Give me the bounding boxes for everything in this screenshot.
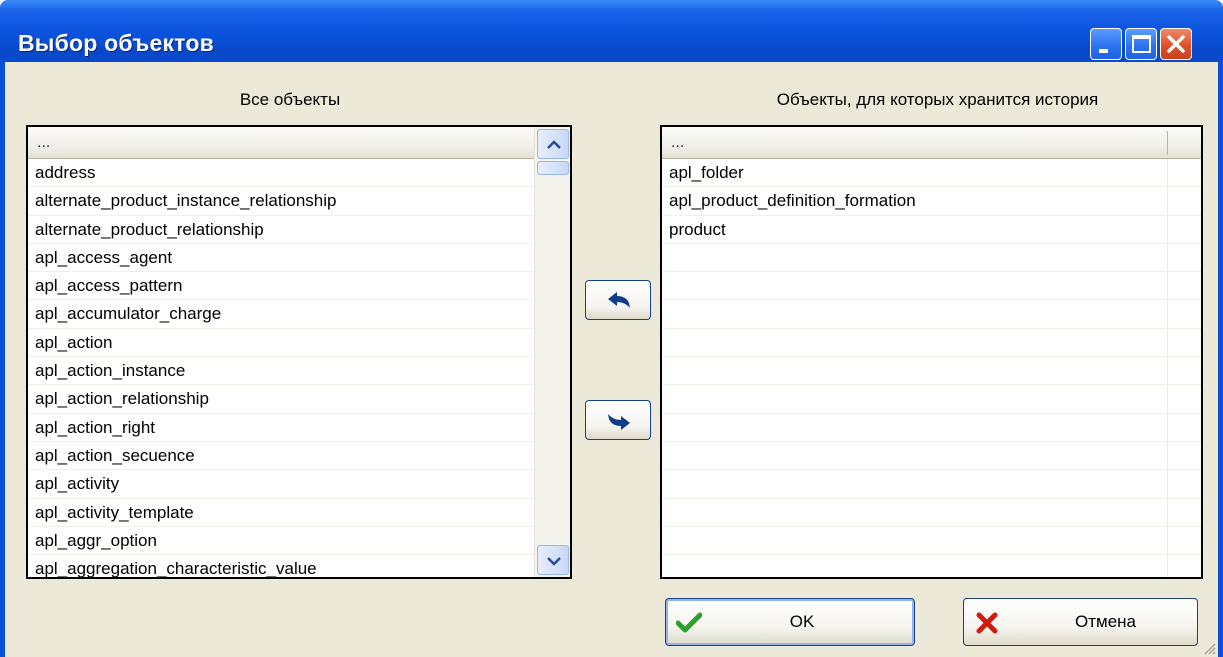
list-item[interactable]: apl_aggr_option bbox=[28, 527, 534, 556]
list-item[interactable]: apl_access_pattern bbox=[28, 272, 534, 301]
list-item[interactable]: product bbox=[662, 215, 1201, 244]
chevron-down-icon bbox=[547, 557, 561, 566]
empty-row bbox=[662, 441, 1201, 471]
resize-grip-icon[interactable] bbox=[1200, 639, 1216, 655]
column-line bbox=[1167, 498, 1168, 526]
empty-row bbox=[662, 526, 1201, 556]
all-objects-rows: address alternate_product_instance_relat… bbox=[28, 159, 534, 577]
list-item-label: apl_folder bbox=[669, 163, 744, 182]
column-line bbox=[1167, 441, 1168, 470]
column-line bbox=[1167, 300, 1168, 328]
history-objects-list[interactable]: ... apl_folder apl_product_definition_fo… bbox=[660, 125, 1203, 579]
list-item[interactable]: apl_product_definition_formation bbox=[662, 187, 1201, 216]
all-objects-heading: Все объекты bbox=[239, 90, 341, 109]
history-objects-rows: apl_folder apl_product_definition_format… bbox=[662, 159, 1201, 577]
column-line bbox=[1167, 526, 1168, 555]
empty-row bbox=[662, 470, 1201, 499]
close-button[interactable] bbox=[1160, 28, 1192, 60]
column-line bbox=[1167, 243, 1168, 272]
column-line bbox=[1167, 328, 1168, 357]
column-line bbox=[1167, 272, 1168, 300]
maximize-icon bbox=[1132, 35, 1151, 53]
column-header-label: ... bbox=[671, 134, 685, 151]
column-line bbox=[1167, 187, 1168, 215]
column-separator[interactable] bbox=[1167, 131, 1168, 155]
vertical-scrollbar[interactable] bbox=[534, 127, 570, 577]
scroll-thumb[interactable] bbox=[537, 161, 569, 175]
list-item[interactable]: alternate_product_instance_relationship bbox=[28, 187, 534, 216]
list-item[interactable]: apl_aggregation_characteristic_value bbox=[28, 555, 534, 577]
list-item[interactable]: apl_activity bbox=[28, 470, 534, 499]
empty-row bbox=[662, 243, 1201, 273]
maximize-button[interactable] bbox=[1125, 28, 1157, 60]
scroll-down-button[interactable] bbox=[537, 545, 569, 575]
list-item[interactable]: apl_action_relationship bbox=[28, 385, 534, 414]
column-line bbox=[1167, 215, 1168, 243]
history-objects-heading: Объекты, для которых хранится история bbox=[776, 90, 1099, 109]
empty-row bbox=[662, 413, 1201, 442]
list-item[interactable]: apl_action bbox=[28, 329, 534, 358]
empty-row bbox=[662, 272, 1201, 301]
dialog-client-area: Все объекты Объекты, для которых хранитс… bbox=[5, 62, 1218, 657]
minimize-icon bbox=[1099, 49, 1108, 53]
remove-from-history-button[interactable] bbox=[585, 280, 651, 320]
empty-row bbox=[662, 498, 1201, 527]
column-line bbox=[1167, 555, 1168, 577]
empty-row bbox=[662, 357, 1201, 386]
empty-row bbox=[662, 385, 1201, 414]
title-bar[interactable]: Выбор объектов bbox=[0, 0, 1223, 62]
column-line bbox=[1167, 470, 1168, 498]
column-line bbox=[1167, 159, 1168, 187]
list-item[interactable]: apl_activity_template bbox=[28, 499, 534, 527]
chevron-up-icon bbox=[547, 140, 561, 149]
list-item[interactable]: apl_action_secuence bbox=[28, 442, 534, 471]
all-objects-column-header[interactable]: ... bbox=[28, 127, 534, 159]
column-line bbox=[1167, 385, 1168, 413]
list-item-label: product bbox=[669, 219, 726, 239]
window-title: Выбор объектов bbox=[18, 30, 214, 56]
empty-row bbox=[662, 328, 1201, 358]
list-item[interactable]: address bbox=[28, 159, 534, 188]
empty-row bbox=[662, 300, 1201, 329]
all-objects-list[interactable]: ... address alternate_product_instance_r… bbox=[26, 125, 572, 579]
cancel-button[interactable]: Отмена bbox=[963, 598, 1198, 646]
list-item[interactable]: apl_access_agent bbox=[28, 244, 534, 273]
list-item[interactable]: apl_action_right bbox=[28, 414, 534, 442]
history-objects-column-header[interactable]: ... bbox=[662, 127, 1201, 159]
list-item[interactable]: apl_folder bbox=[662, 159, 1201, 188]
cancel-button-label: Отмена bbox=[1075, 612, 1136, 631]
list-item[interactable]: apl_accumulator_charge bbox=[28, 300, 534, 329]
arrow-right-icon bbox=[608, 414, 630, 430]
list-item-label: apl_product_definition_formation bbox=[669, 191, 916, 211]
column-line bbox=[1167, 413, 1168, 441]
scroll-up-button[interactable] bbox=[537, 129, 569, 159]
ok-button-label: OK bbox=[789, 612, 815, 631]
dialog-window: Выбор объектов Все объекты Объекты, для … bbox=[0, 0, 1223, 657]
add-to-history-button[interactable] bbox=[585, 400, 651, 440]
list-item[interactable]: apl_action_instance bbox=[28, 357, 534, 386]
minimize-button[interactable] bbox=[1090, 28, 1122, 60]
column-line bbox=[1167, 357, 1168, 385]
list-item[interactable]: alternate_product_relationship bbox=[28, 216, 534, 244]
close-icon bbox=[1167, 35, 1185, 53]
arrow-left-icon bbox=[608, 292, 630, 308]
column-header-label: ... bbox=[37, 134, 51, 151]
ok-button[interactable]: OK bbox=[665, 598, 915, 646]
empty-row bbox=[662, 555, 1201, 577]
